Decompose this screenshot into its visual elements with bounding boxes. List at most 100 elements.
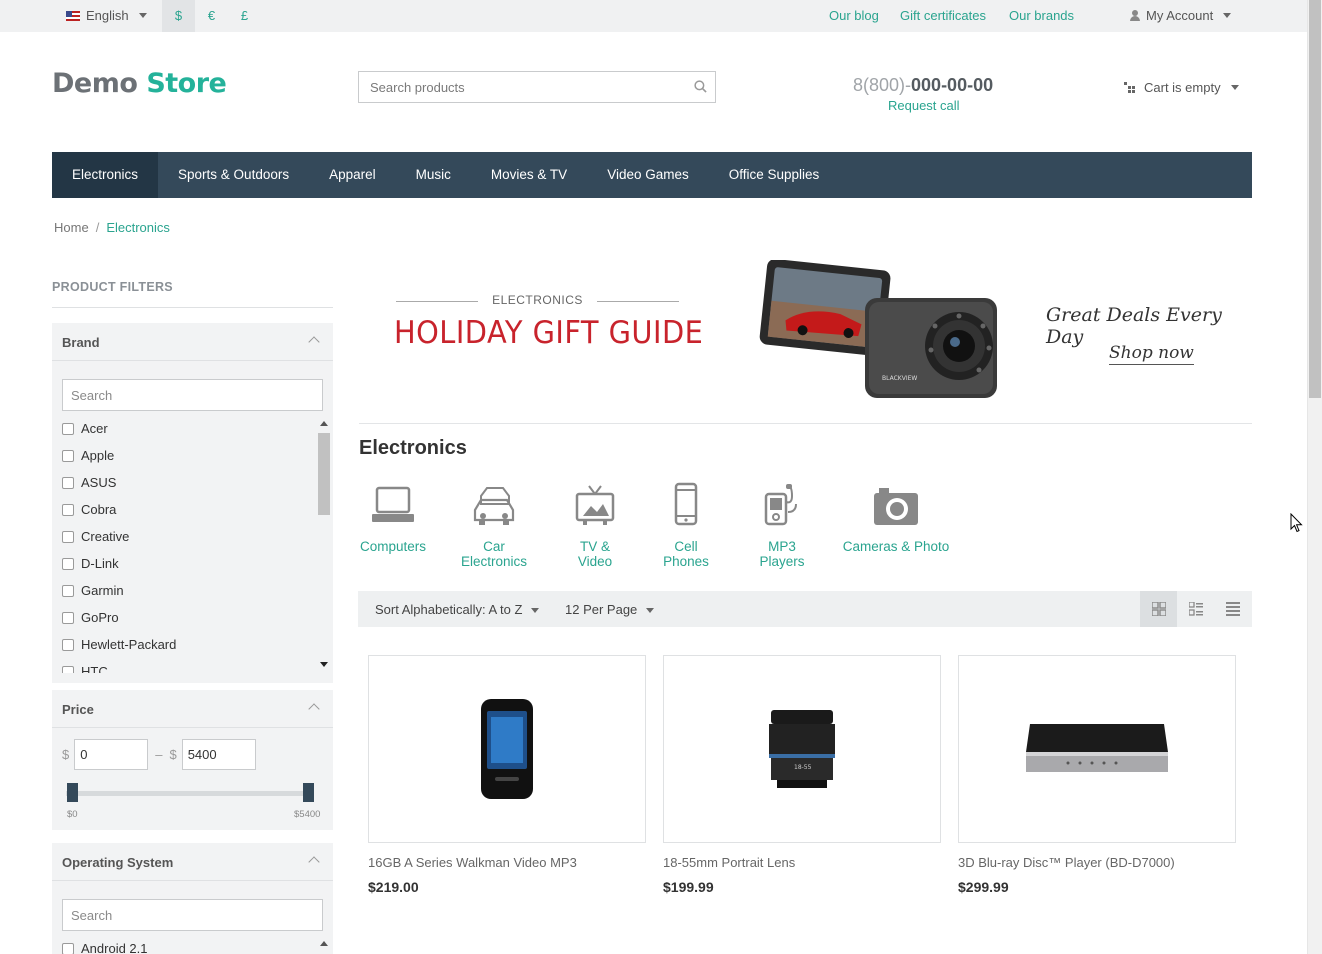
checkbox[interactable] (62, 612, 74, 624)
logo-part2: Store (146, 68, 227, 99)
subcategory-mp3-players[interactable]: MP3 Players (744, 478, 820, 569)
checkbox[interactable] (62, 423, 74, 435)
price-max-input[interactable]: 5400 (181, 739, 256, 770)
price-slider-track[interactable] (66, 791, 310, 796)
banner-tagline: Great Deals Every Day (1046, 304, 1222, 348)
tv-icon (575, 485, 615, 525)
brand-option[interactable]: Cobra (62, 502, 317, 529)
product-name[interactable]: 3D Blu-ray Disc™ Player (BD-D7000) (958, 855, 1236, 870)
menu-item-office-supplies[interactable]: Office Supplies (709, 152, 840, 198)
us-flag-icon (66, 10, 80, 21)
our-blog-link[interactable]: Our blog (829, 8, 879, 23)
top-bar: English $ € £ Our blog Gift certificates… (0, 0, 1307, 32)
product-price: $199.99 (663, 879, 714, 895)
chevron-up-icon[interactable] (308, 856, 320, 868)
menu-item-apparel[interactable]: Apparel (309, 152, 396, 198)
search-icon[interactable] (694, 80, 707, 93)
brand-option[interactable]: D-Link (62, 556, 317, 583)
checkbox[interactable] (62, 943, 74, 954)
brand-search-input[interactable] (63, 380, 322, 410)
sort-dropdown[interactable]: Sort Alphabetically: A to Z (375, 602, 540, 617)
brand-option[interactable]: Creative (62, 529, 317, 556)
os-search-input[interactable] (63, 900, 322, 930)
subcategory-cameras-photo[interactable]: Cameras & Photo (842, 478, 950, 554)
promo-banner[interactable]: ELECTRONICS HOLIDAY GIFT GUIDE BLACKVIEW… (359, 248, 1252, 424)
cart-dropdown[interactable]: Cart is empty (1124, 80, 1239, 95)
brand-option[interactable]: ASUS (62, 475, 317, 502)
grid-view-button[interactable] (1140, 591, 1177, 627)
menu-item-video-games[interactable]: Video Games (587, 152, 709, 198)
checkbox[interactable] (62, 531, 74, 543)
price-filter-header[interactable]: Price (52, 690, 333, 728)
product-image[interactable]: 18-55 (663, 655, 941, 843)
brand-label: GoPro (81, 610, 119, 625)
currency-eur[interactable]: € (195, 0, 228, 32)
product-image[interactable] (958, 655, 1236, 843)
breadcrumb-current[interactable]: Electronics (106, 220, 170, 235)
brand-option[interactable]: Hewlett-Packard (62, 637, 317, 664)
checkbox[interactable] (62, 639, 74, 651)
brand-option[interactable]: Acer (62, 421, 317, 448)
price-min-input[interactable]: 0 (74, 739, 149, 770)
compact-list-view-button[interactable] (1214, 591, 1251, 627)
product-card[interactable]: 3D Blu-ray Disc™ Player (BD-D7000) $299.… (958, 655, 1236, 895)
price-slider-max-handle[interactable] (303, 783, 314, 802)
brand-filter: Brand Acer Apple ASUS Cobra Creative D-L… (52, 323, 333, 683)
language-selector[interactable]: English (66, 8, 147, 23)
product-card[interactable]: 18-55 18-55mm Portrait Lens $199.99 (663, 655, 941, 895)
checkbox[interactable] (62, 585, 74, 597)
search-input[interactable] (359, 72, 679, 102)
checkbox[interactable] (62, 450, 74, 462)
scrollbar-thumb[interactable] (318, 433, 330, 515)
subcategory-car-electronics[interactable]: Car Electronics (449, 478, 539, 569)
mp3-player-icon (764, 484, 797, 526)
checkbox[interactable] (62, 666, 74, 673)
shop-now-link[interactable]: Shop now (1109, 343, 1194, 365)
menu-item-electronics[interactable]: Electronics (52, 152, 159, 198)
request-call-link[interactable]: Request call (888, 98, 960, 113)
user-icon (1130, 10, 1140, 21)
scroll-down-arrow-icon[interactable] (320, 662, 328, 667)
my-account-dropdown[interactable]: My Account (1130, 8, 1232, 23)
list-view-button[interactable] (1177, 591, 1214, 627)
product-card[interactable]: 16GB A Series Walkman Video MP3 $219.00 (368, 655, 646, 895)
chevron-up-icon[interactable] (308, 336, 320, 348)
price-min-label: $0 (67, 809, 78, 820)
product-image[interactable] (368, 655, 646, 843)
menu-item-music[interactable]: Music (396, 152, 471, 198)
dashcam-image: BLACKVIEW (759, 260, 997, 398)
subcategory-computers[interactable]: Computers (359, 478, 427, 554)
currency-usd[interactable]: $ (162, 0, 195, 32)
car-icon (473, 487, 515, 525)
caret-down-icon (646, 608, 655, 614)
os-list-scrollbar[interactable] (318, 941, 331, 954)
product-name[interactable]: 18-55mm Portrait Lens (663, 855, 941, 870)
store-logo[interactable]: Demo Store (52, 68, 227, 99)
os-filter-header[interactable]: Operating System (52, 843, 333, 881)
subcategory-tv-video[interactable]: TV & Video (561, 478, 629, 569)
brand-option[interactable]: HTC (62, 664, 317, 673)
currency-gbp[interactable]: £ (228, 0, 261, 32)
scroll-up-arrow-icon[interactable] (320, 421, 328, 426)
product-name[interactable]: 16GB A Series Walkman Video MP3 (368, 855, 646, 870)
brand-option[interactable]: Apple (62, 448, 317, 475)
menu-item-sports-outdoors[interactable]: Sports & Outdoors (158, 152, 309, 198)
per-page-dropdown[interactable]: 12 Per Page (565, 602, 655, 617)
brand-option[interactable]: Garmin (62, 583, 317, 610)
checkbox[interactable] (62, 504, 74, 516)
gift-certificates-link[interactable]: Gift certificates (900, 8, 986, 23)
os-option[interactable]: Android 2.1 (62, 941, 317, 954)
our-brands-link[interactable]: Our brands (1009, 8, 1074, 23)
brand-option[interactable]: GoPro (62, 610, 317, 637)
page-scrollbar-thumb[interactable] (1309, 0, 1321, 398)
menu-item-movies-tv[interactable]: Movies & TV (471, 152, 587, 198)
scroll-up-arrow-icon[interactable] (320, 941, 328, 946)
breadcrumb-home[interactable]: Home (54, 220, 89, 235)
checkbox[interactable] (62, 477, 74, 489)
brand-filter-header[interactable]: Brand (52, 323, 333, 361)
brand-list-scrollbar[interactable] (318, 421, 331, 671)
price-slider-min-handle[interactable] (67, 783, 78, 802)
chevron-up-icon[interactable] (308, 703, 320, 715)
subcategory-cell-phones[interactable]: Cell Phones (650, 478, 722, 569)
checkbox[interactable] (62, 558, 74, 570)
